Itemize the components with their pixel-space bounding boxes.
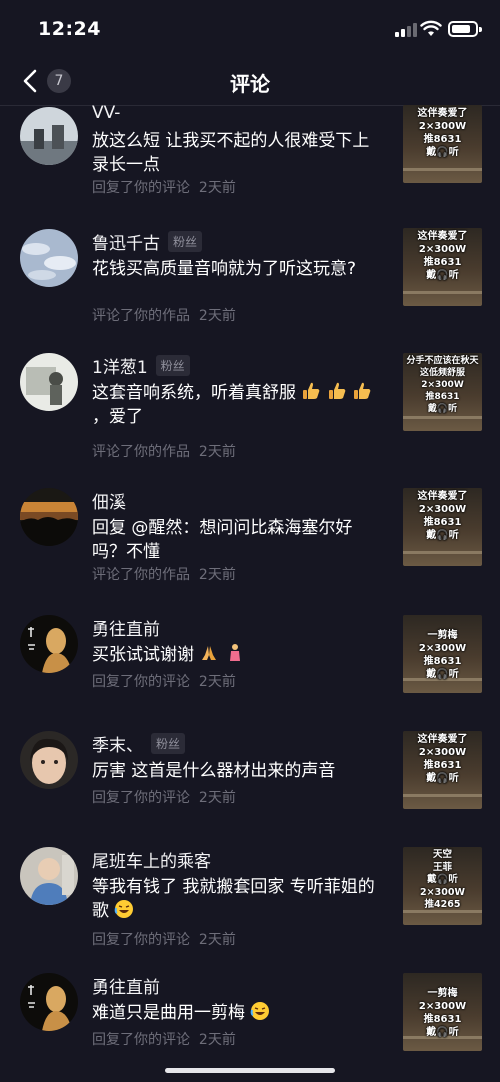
home-indicator[interactable] bbox=[165, 1068, 335, 1073]
comment-action: 回复了你的评论 bbox=[92, 1032, 190, 1048]
comment-time: 2天前 bbox=[198, 790, 236, 806]
laughing-emoji bbox=[114, 899, 134, 919]
comment-time: 2天前 bbox=[198, 444, 236, 460]
comment-time: 2天前 bbox=[198, 932, 236, 948]
comment-action: 回复了你的评论 bbox=[92, 674, 190, 690]
comment-text: 这套音响系统，听着真舒服 ，爱了 bbox=[92, 381, 382, 429]
thumbnail-caption: 天空 王菲 戴🎧听 2×300W 推4265 bbox=[420, 849, 465, 910]
status-bar: 12:24 bbox=[0, 0, 500, 58]
thumbnail-caption: 这伴奏爱了 2×300W 推8631 戴🎧听 bbox=[417, 108, 468, 158]
status-time: 12:24 bbox=[38, 18, 101, 40]
video-thumbnail[interactable]: 这伴奏爱了 2×300W 推8631 戴🎧听 bbox=[403, 731, 482, 809]
avatar[interactable] bbox=[20, 229, 78, 287]
video-thumbnail[interactable]: 这伴奏爱了 2×300W 推8631 戴🎧听 bbox=[403, 105, 482, 183]
comment-action: 回复了你的评论 bbox=[92, 932, 190, 948]
video-thumbnail[interactable]: 天空 王菲 戴🎧听 2×300W 推4265 bbox=[403, 847, 482, 925]
avatar[interactable] bbox=[20, 353, 78, 411]
thumbnail-caption: 这伴奏爱了 2×300W 推8631 戴🎧听 bbox=[417, 734, 468, 784]
thumbnail-caption: 一剪梅 2×300W 推8631 戴🎧听 bbox=[418, 988, 467, 1038]
comment-username[interactable]: 1洋葱1 bbox=[92, 353, 148, 378]
comment-username[interactable]: 鲁迅千古 bbox=[92, 229, 160, 254]
fan-badge: 粉丝 bbox=[151, 732, 186, 754]
comment-text: 难道只是曲用一剪梅 bbox=[92, 1001, 382, 1025]
comment-action: 评论了你的作品 bbox=[92, 308, 190, 324]
comment-text: 厉害 这首是什么器材出来的声音 bbox=[92, 761, 336, 781]
comment-action: 评论了你的作品 bbox=[92, 444, 190, 460]
video-thumbnail[interactable]: 一剪梅 2×300W 推8631 戴🎧听 bbox=[403, 615, 482, 693]
thumbnail-caption: 这伴奏爱了 2×300W 推8631 戴🎧听 bbox=[417, 231, 468, 281]
thumbs-up-emoji bbox=[352, 381, 372, 401]
avatar[interactable] bbox=[20, 615, 78, 673]
nav-bar: 7 评论 bbox=[0, 58, 500, 106]
avatar[interactable] bbox=[20, 107, 78, 165]
thumbs-up-emoji bbox=[327, 381, 347, 401]
video-thumbnail[interactable]: 一剪梅 2×300W 推8631 戴🎧听 bbox=[403, 973, 482, 1051]
avatar[interactable] bbox=[20, 488, 78, 546]
comment-time: 2天前 bbox=[198, 308, 236, 324]
comment-text: 买张试试谢谢 bbox=[92, 643, 382, 667]
comment-action: 评论了你的作品 bbox=[92, 567, 190, 583]
cellular-signal-icon bbox=[395, 23, 417, 37]
comment-action: 回复了你的评论 bbox=[92, 790, 190, 806]
comment-time: 2天前 bbox=[198, 567, 236, 583]
avatar[interactable] bbox=[20, 847, 78, 905]
comment-time: 2天前 bbox=[198, 1032, 236, 1048]
thumbnail-caption: 分手不应该在秋天 这低频舒服 2×300W 推8631 戴🎧听 bbox=[406, 356, 479, 414]
pray-emoji bbox=[199, 643, 219, 663]
comment-time: 2天前 bbox=[198, 180, 236, 196]
wifi-icon bbox=[420, 20, 442, 36]
avatar[interactable] bbox=[20, 973, 78, 1031]
comment-text: 花钱买高质量音响就为了听这玩意? bbox=[92, 259, 357, 279]
comment-action: 回复了你的评论 bbox=[92, 180, 190, 196]
video-thumbnail[interactable]: 这伴奏爱了 2×300W 推8631 戴🎧听 bbox=[403, 228, 482, 306]
comment-time: 2天前 bbox=[198, 674, 236, 690]
comment-username[interactable]: 勇往直前 bbox=[92, 615, 160, 640]
video-thumbnail[interactable]: 分手不应该在秋天 这低频舒服 2×300W 推8631 戴🎧听 bbox=[403, 353, 482, 431]
avatar[interactable] bbox=[20, 731, 78, 789]
page-title: 评论 bbox=[230, 72, 270, 96]
comment-text: 等我有钱了 我就搬套回家 专听菲姐的歌 bbox=[92, 877, 375, 921]
thumbnail-caption: 一剪梅 2×300W 推8631 戴🎧听 bbox=[418, 630, 467, 680]
comment-username[interactable]: 勇往直前 bbox=[92, 973, 160, 998]
laughing-emoji bbox=[250, 1001, 270, 1021]
video-thumbnail[interactable]: 这伴奏爱了 2×300W 推8631 戴🎧听 bbox=[403, 488, 482, 566]
fan-badge: 粉丝 bbox=[155, 354, 190, 376]
comment-username[interactable]: 佃溪 bbox=[92, 488, 126, 513]
comment-text: 回复 @醒然：想问问比森海塞尔好吗？不懂 bbox=[92, 518, 353, 562]
comment-text: 放这么短 让我买不起的人很难受下上录长一点 bbox=[92, 131, 370, 175]
comment-username[interactable]: 季末、 bbox=[92, 731, 143, 756]
fan-badge: 粉丝 bbox=[168, 230, 203, 252]
comment-username[interactable]: 尾班车上的乘客 bbox=[92, 847, 211, 872]
thumbs-up-emoji bbox=[301, 381, 321, 401]
dancing-emoji bbox=[225, 643, 245, 663]
comment-username[interactable]: VV- bbox=[92, 103, 120, 123]
thumbnail-caption: 这伴奏爱了 2×300W 推8631 戴🎧听 bbox=[417, 491, 468, 541]
battery-icon bbox=[448, 21, 482, 37]
